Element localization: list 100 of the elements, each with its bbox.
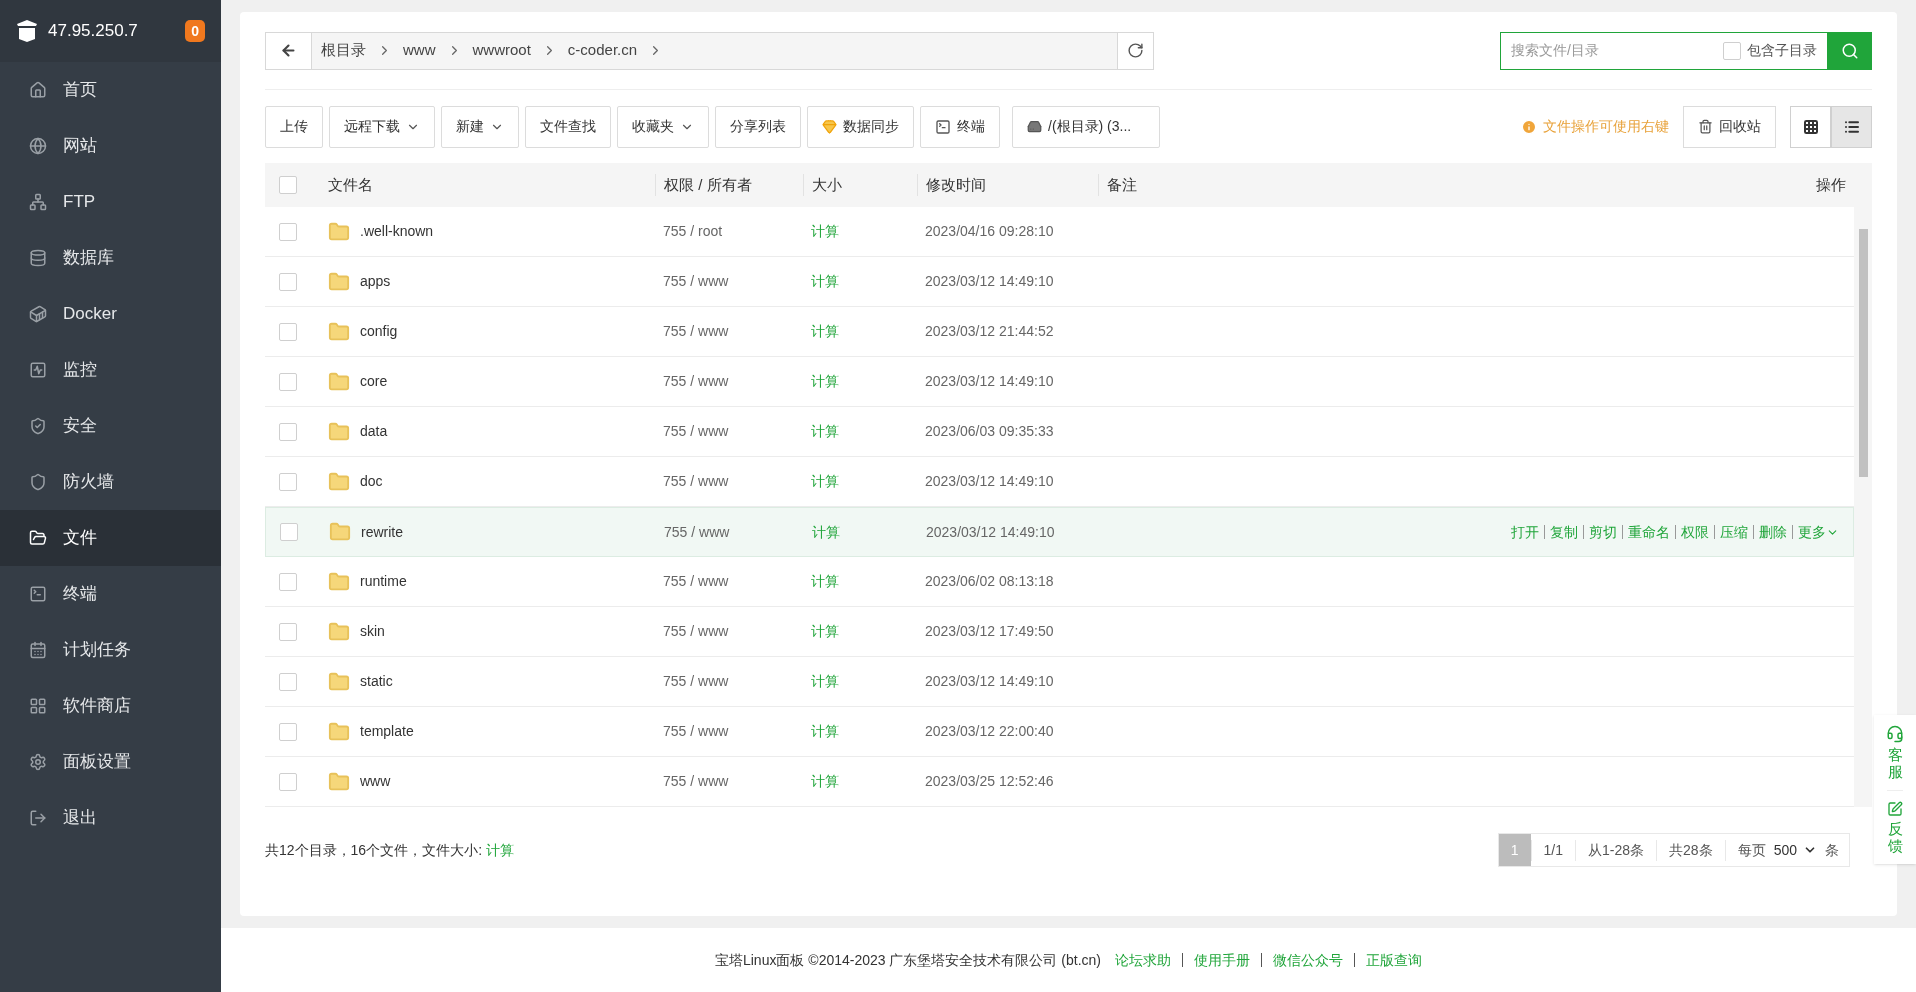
file-name[interactable]: template [360,721,414,742]
settings-icon [29,753,47,771]
sidebar-item[interactable]: 软件商店 [0,678,221,734]
folder-icon [328,270,350,293]
file-name[interactable]: skin [360,621,385,642]
file-row[interactable]: template 755 / www 计算 2023/03/12 22:00:40 [265,707,1854,757]
toolbar-button[interactable]: 收藏夹 [617,105,709,148]
permission-cell-text: 755 / www [663,522,731,542]
sidebar-item[interactable]: 网站 [0,118,221,174]
sidebar-item[interactable]: Docker [0,286,221,342]
modified-time: 2023/03/12 17:49:50 [924,622,1055,641]
sidebar-item[interactable]: 首页 [0,62,221,118]
permission-cell-text: 755 / www [662,722,730,741]
file-row[interactable]: www 755 / www 计算 2023/03/25 12:52:46 [265,757,1854,807]
column-header: 大小 [803,173,917,197]
range-text: 从1-28条 [1575,839,1657,861]
sidebar-item[interactable]: 数据库 [0,230,221,286]
sidebar-item[interactable]: 终端 [0,566,221,622]
toolbar-button[interactable]: 终端 [920,105,1000,148]
search-button[interactable] [1828,31,1872,70]
file-name[interactable]: rewrite [361,521,403,543]
sidebar-item[interactable]: FTP [0,174,221,230]
search-field[interactable]: 搜索文件/目录 包含子目录 [1500,31,1828,70]
modified-time: 2023/03/12 14:49:10 [924,272,1055,291]
file-name[interactable]: doc [360,471,383,492]
file-name[interactable]: core [360,371,388,392]
total-text: 共28条 [1656,839,1725,861]
file-name[interactable]: config [360,321,398,342]
permission-cell-text: 755 / www [662,472,730,491]
toolbar-button[interactable]: 上传 [265,105,323,148]
file-name[interactable]: runtime [360,571,407,592]
sidebar-item[interactable]: 防火墙 [0,454,221,510]
row-checkbox[interactable] [279,572,297,591]
folder-icon [328,620,350,643]
file-row[interactable]: rewrite 755 / www 计算 2023/03/12 14:49:10 打开 复制 剪切 重命名 权限 压缩 删除 更多 [265,507,1854,557]
row-checkbox[interactable] [279,272,297,291]
row-checkbox[interactable] [279,772,297,791]
sidebar-item[interactable]: 安全 [0,398,221,454]
file-row[interactable]: apps 755 / www 计算 2023/03/12 14:49:10 [265,257,1854,307]
list-icon [1843,118,1860,135]
row-checkbox[interactable] [279,422,297,441]
modified-time: 2023/03/12 14:49:10 [925,522,1056,542]
file-name[interactable]: static [360,671,393,692]
toolbar-button[interactable]: 分享列表 [715,105,801,148]
permission-cell-text: 755 / www [662,272,730,291]
file-name[interactable]: www [360,771,391,792]
folder-icon [329,521,351,543]
modified-time: 2023/04/16 09:28:10 [924,222,1055,241]
toolbar-button[interactable]: 远程下载 [329,105,435,148]
headset-icon [1886,725,1904,743]
back-button[interactable] [266,32,312,69]
select-all-checkbox[interactable] [279,176,297,194]
list-view-button[interactable] [1831,105,1872,148]
row-checkbox[interactable] [279,322,297,341]
row-checkbox[interactable] [279,672,297,691]
permission-cell-text: 755 / www [662,772,730,791]
toolbar-button[interactable]: /(根目录) (3... [1012,105,1160,148]
file-name[interactable]: apps [360,271,391,292]
toolbar-button[interactable]: 新建 [441,105,519,148]
file-row[interactable]: core 755 / www 计算 2023/03/12 14:49:10 [265,357,1854,407]
grid-view-button[interactable] [1790,105,1831,148]
breadcrumb-link[interactable]: c-coder.cn [564,39,641,62]
file-row[interactable]: config 755 / www 计算 2023/03/12 21:44:52 [265,307,1854,357]
row-checkbox[interactable] [279,622,297,641]
sidebar-item[interactable]: 监控 [0,342,221,398]
row-checkbox[interactable] [279,722,297,741]
subdir-checkbox[interactable] [1723,41,1741,60]
permission-cell-text: 755 / root [662,222,724,241]
scrollbar[interactable] [1854,207,1872,807]
file-name[interactable]: data [360,421,388,442]
breadcrumb-link[interactable]: 根目录 [318,39,369,62]
unit-text: 条 [1825,840,1840,860]
folder-icon [328,370,350,393]
breadcrumb-link[interactable]: wwwroot [469,39,534,62]
refresh-button[interactable] [1117,32,1153,69]
grid-icon [29,697,47,715]
file-row[interactable]: skin 755 / www 计算 2023/03/12 17:49:50 [265,607,1854,657]
subdir-label: 包含子目录 [1747,41,1817,60]
breadcrumb-link[interactable]: www [400,39,439,62]
sidebar-item[interactable]: 文件 [0,510,221,566]
row-checkbox[interactable] [280,523,298,541]
recycle-bin-button[interactable]: 回收站 [1683,105,1776,148]
toolbar-button[interactable]: 数据同步 [807,105,914,148]
toolbar-button[interactable]: 文件查找 [525,105,611,148]
monitor-icon [29,361,47,379]
back-icon [280,42,297,59]
file-row[interactable]: .well-known 755 / root 计算 2023/04/16 09:28:10 [265,207,1854,257]
file-name[interactable]: .well-known [360,221,434,242]
sidebar-item[interactable]: 面板设置 [0,734,221,790]
calendar-icon [29,641,47,659]
sidebar-item[interactable]: 退出 [0,790,221,846]
file-row[interactable]: runtime 755 / www 计算 2023/06/02 08:13:18 [265,557,1854,607]
row-checkbox[interactable] [279,472,297,491]
per-page-select[interactable]: 500 [1765,839,1825,861]
search-input[interactable]: 搜索文件/目录 [1511,40,1723,61]
file-row[interactable]: data 755 / www 计算 2023/06/03 09:35:33 [265,407,1854,457]
row-checkbox[interactable] [279,222,297,241]
file-row[interactable]: static 755 / www 计算 2023/03/12 14:49:10 [265,657,1854,707]
sidebar-item[interactable]: 计划任务 [0,622,221,678]
row-checkbox[interactable] [279,372,297,391]
